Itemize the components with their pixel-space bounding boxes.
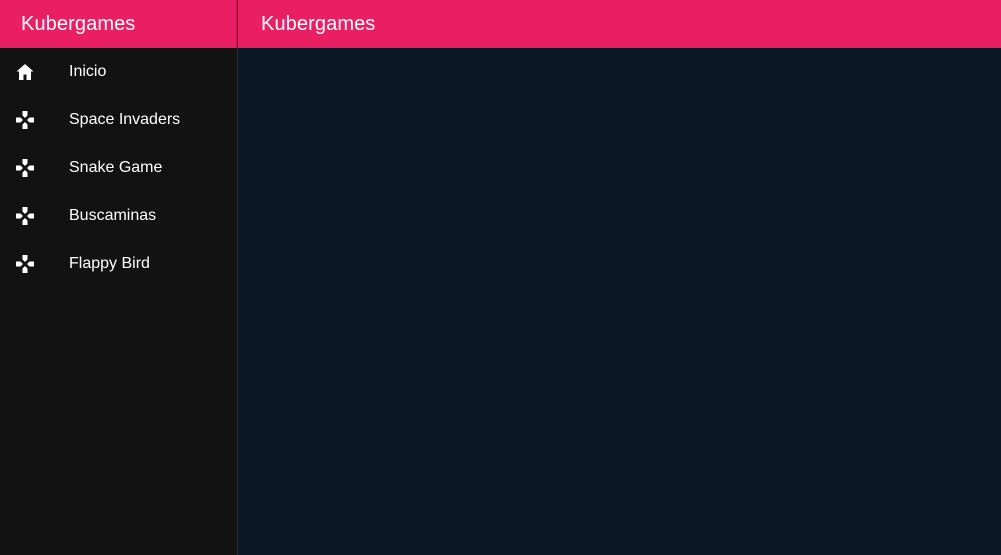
top-app-bar: Kubergames	[238, 0, 1001, 48]
sidebar-item-space-invaders[interactable]: Space Invaders	[0, 96, 237, 144]
sidebar-title: Kubergames	[21, 12, 136, 35]
sidebar-item-inicio[interactable]: Inicio	[0, 48, 237, 96]
sidebar-item-label: Inicio	[69, 63, 107, 80]
page-title: Kubergames	[261, 12, 376, 35]
sidebar-item-label: Snake Game	[69, 159, 163, 176]
sidebar-nav: Inicio Space Invaders Snake Game Buscami…	[0, 48, 237, 288]
gamepad-icon	[15, 206, 35, 226]
sidebar-item-snake-game[interactable]: Snake Game	[0, 144, 237, 192]
sidebar-item-label: Buscaminas	[69, 207, 157, 224]
gamepad-icon	[15, 158, 35, 178]
home-icon	[15, 62, 35, 82]
main-content	[238, 48, 1001, 555]
sidebar-header: Kubergames	[0, 0, 237, 48]
sidebar-item-flappy-bird[interactable]: Flappy Bird	[0, 240, 237, 288]
gamepad-icon	[15, 110, 35, 130]
sidebar: Kubergames Inicio Space Invaders Snake G…	[0, 0, 238, 555]
gamepad-icon	[15, 254, 35, 274]
sidebar-item-label: Space Invaders	[69, 111, 181, 128]
sidebar-item-buscaminas[interactable]: Buscaminas	[0, 192, 237, 240]
sidebar-item-label: Flappy Bird	[69, 255, 150, 272]
app-window: Kubergames Inicio Space Invaders Snake G…	[0, 0, 1001, 555]
